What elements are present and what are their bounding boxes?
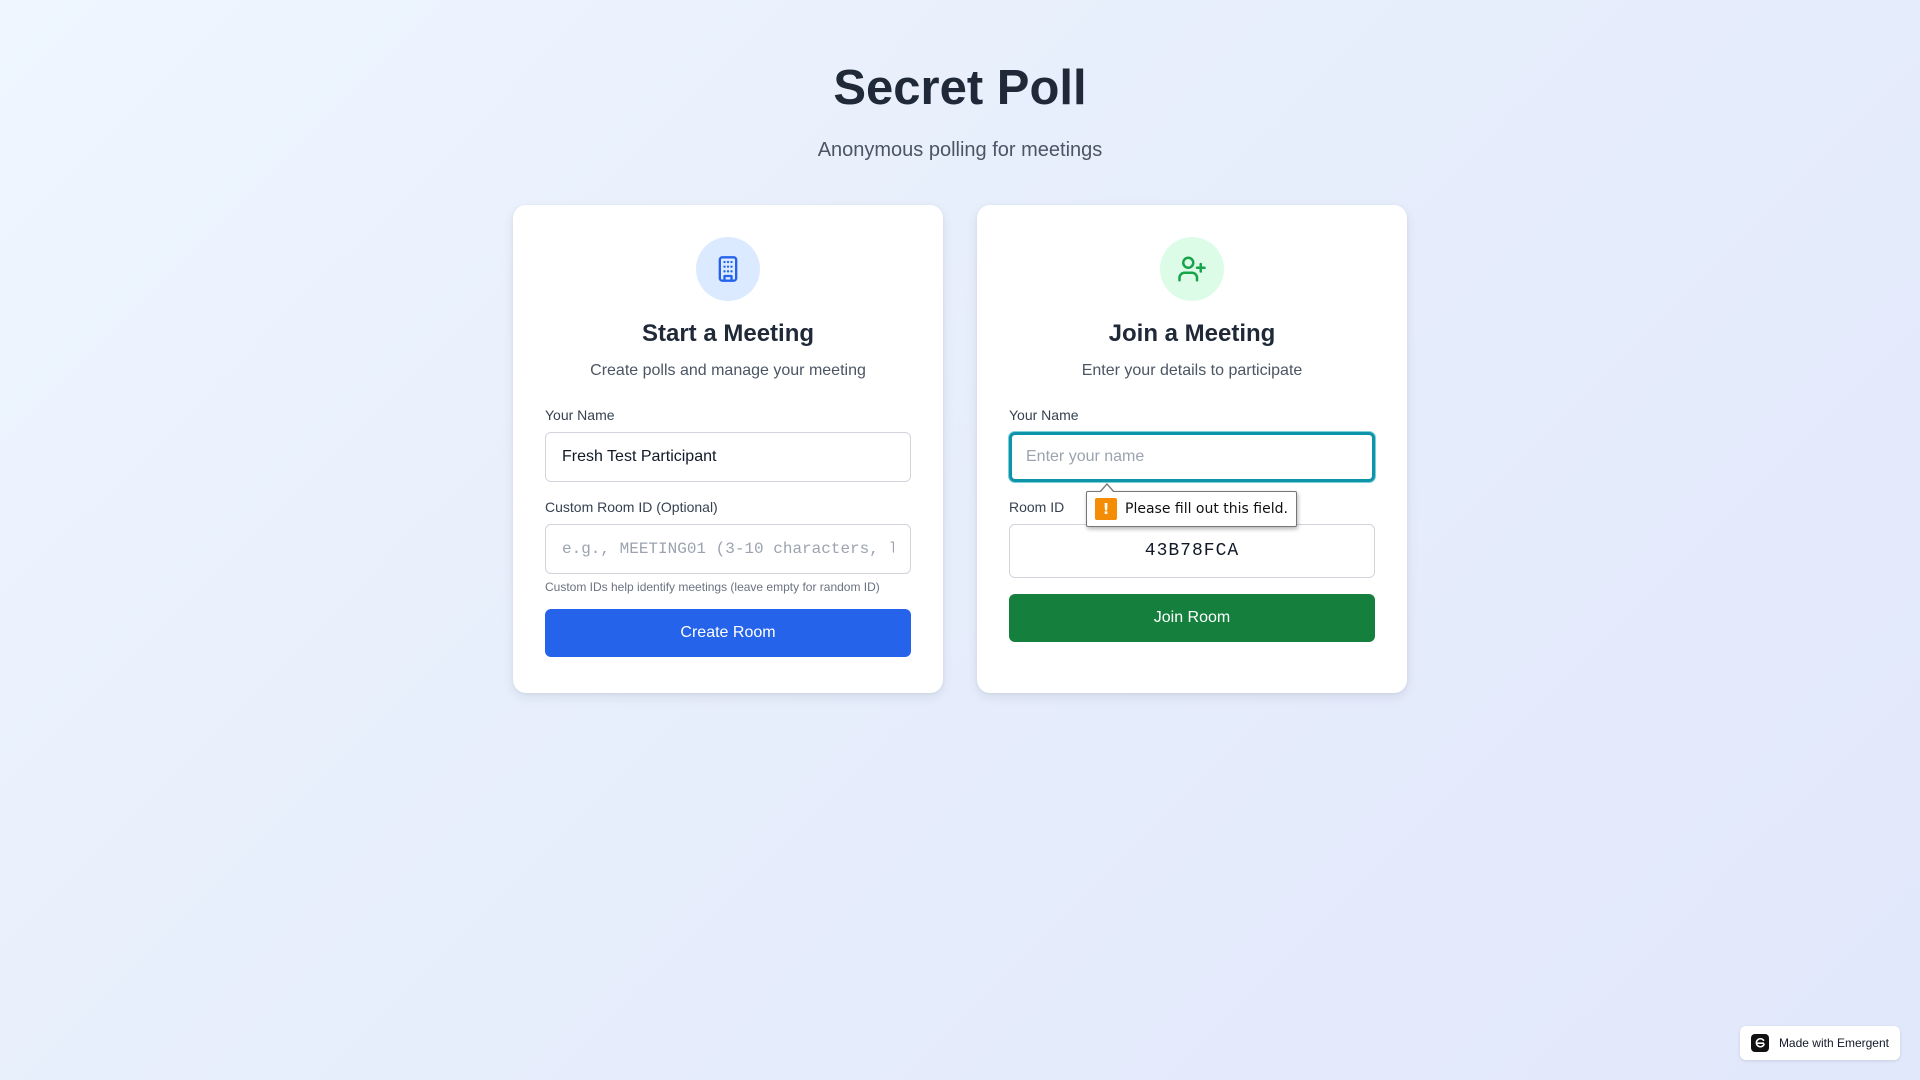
user-plus-icon	[1178, 256, 1206, 282]
page-header: Secret Poll Anonymous polling for meetin…	[0, 58, 1920, 162]
page-subtitle: Anonymous polling for meetings	[817, 139, 1103, 161]
join-room-button[interactable]: Join Room	[1009, 594, 1375, 642]
user-plus-icon-circle	[1160, 237, 1224, 301]
warning-icon: !	[1095, 498, 1117, 520]
validation-tooltip: ! Please fill out this field.	[1086, 483, 1297, 527]
join-meeting-card: Join a Meeting Enter your details to par…	[977, 205, 1407, 693]
page-title: Secret Poll	[833, 61, 1087, 115]
start-meeting-description: Create polls and manage your meeting	[590, 362, 866, 379]
join-meeting-description: Enter your details to participate	[1081, 362, 1303, 379]
emergent-logo-icon	[1750, 1034, 1769, 1052]
join-name-label: Your Name	[1009, 407, 1079, 423]
join-meeting-title: Join a Meeting	[1108, 320, 1276, 347]
made-with-emergent-badge[interactable]: Made with Emergent	[1739, 1026, 1900, 1060]
tooltip-arrow-fill	[1100, 485, 1114, 493]
custom-room-id-input[interactable]	[545, 524, 911, 574]
join-name-input[interactable]	[1009, 432, 1375, 482]
building-icon	[718, 256, 738, 282]
start-name-input[interactable]	[545, 432, 911, 482]
badge-label: Made with Emergent	[1778, 1036, 1889, 1050]
create-room-button[interactable]: Create Room	[545, 609, 911, 657]
start-meeting-card: Start a Meeting Create polls and manage …	[513, 205, 943, 693]
validation-message: Please fill out this field.	[1125, 501, 1288, 517]
building-icon-circle	[696, 237, 760, 301]
custom-room-id-hint: Custom IDs help identify meetings (leave…	[545, 580, 880, 594]
custom-room-id-label: Custom Room ID (Optional)	[545, 499, 718, 515]
start-meeting-title: Start a Meeting	[641, 320, 815, 347]
start-name-label: Your Name	[545, 407, 615, 423]
room-id-input[interactable]	[1009, 524, 1375, 578]
